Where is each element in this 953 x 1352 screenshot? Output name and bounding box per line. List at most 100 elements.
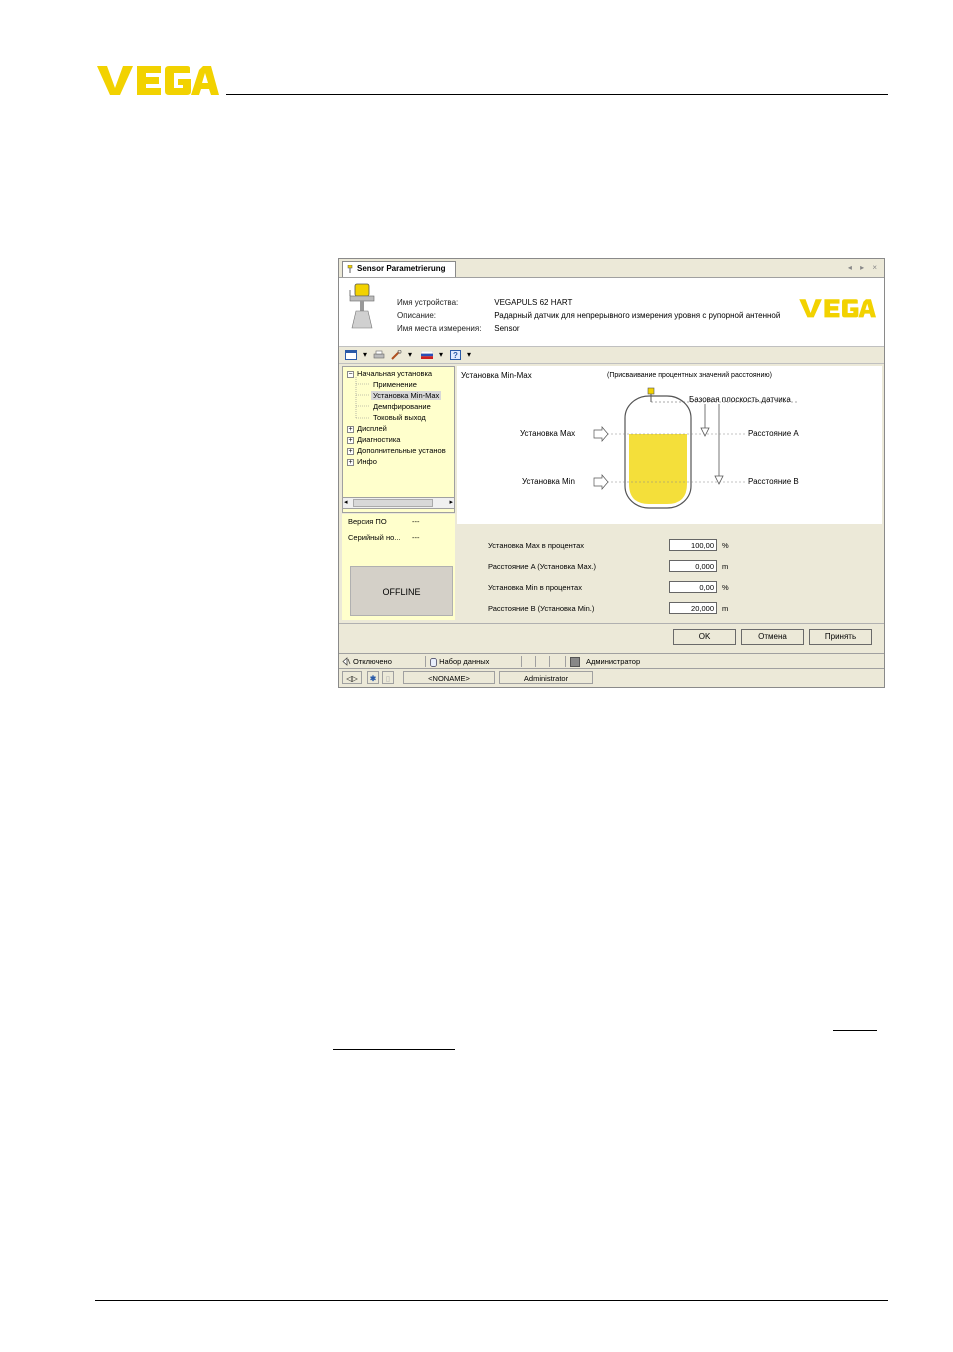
distance-b-label: Расстояние B xyxy=(748,477,799,486)
firmware-version-label: Версия ПО xyxy=(348,517,387,526)
device-description-label: Описание: xyxy=(397,311,437,320)
project-bar: ◁▷ ✱ ▯ <NONAME> Administrator xyxy=(339,668,884,687)
offline-indicator: OFFLINE xyxy=(350,566,453,616)
expand-icon[interactable]: + xyxy=(347,425,354,433)
device-status-panel: Версия ПО --- Серийный но... --- OFFLINE xyxy=(342,514,455,620)
distance-b-input[interactable] xyxy=(669,602,717,614)
tree-item-label: Токовый выход xyxy=(373,413,426,422)
max-percent-input[interactable] xyxy=(669,539,717,551)
cancel-button[interactable]: Отмена xyxy=(741,629,804,645)
vega-logo-small xyxy=(799,299,876,318)
navigation-tree: − Начальная установка Применение Установк… xyxy=(342,366,455,513)
tree-item-label: Демпфирование xyxy=(373,402,431,411)
tree-item-display[interactable]: + Дисплей xyxy=(347,424,387,433)
ok-button[interactable]: OK xyxy=(673,629,736,645)
tree-item-label: Применение xyxy=(373,380,417,389)
header-rule xyxy=(226,94,888,95)
status-cell-empty xyxy=(549,656,566,667)
status-bar: Отключено Набор данных Администратор xyxy=(339,653,884,668)
measurement-place-label: Имя места измерения: xyxy=(397,324,482,333)
measurement-place-row: Имя места измерения: Sensor xyxy=(397,324,520,333)
user-role-status: Администратор xyxy=(565,656,660,668)
user-role-icon xyxy=(570,657,580,668)
dataset-status: Набор данных xyxy=(425,656,526,667)
scroll-left-icon[interactable]: ◂ xyxy=(344,498,348,508)
device-description-row: Описание: Радарный датчик для непрерывно… xyxy=(397,311,780,320)
firmware-version-value: --- xyxy=(412,517,420,526)
wrench-icon[interactable] xyxy=(390,350,402,360)
tree-item-min-max-adjustment[interactable]: Установка Min-Max xyxy=(371,391,442,400)
tank-diagram xyxy=(593,387,797,509)
distance-b-field-label: Расстояние B (Установка Min.) xyxy=(488,604,595,613)
radar-sensor-icon xyxy=(349,283,375,329)
tree-item-label: Дополнительные установ xyxy=(357,446,446,455)
min-adjustment-label: Установка Min xyxy=(522,477,575,486)
tree-item-damping[interactable]: Демпфирование xyxy=(373,402,431,411)
tree-item-diagnostics[interactable]: + Диагностика xyxy=(347,435,400,444)
window-layout-icon[interactable] xyxy=(345,350,357,360)
expand-icon[interactable]: + xyxy=(347,458,354,466)
vega-logo xyxy=(97,66,219,95)
svg-text:?: ? xyxy=(453,351,458,360)
print-icon[interactable] xyxy=(373,350,385,360)
current-user: Administrator xyxy=(499,671,593,684)
tree-horizontal-scrollbar[interactable]: ◂ ▸ xyxy=(342,497,455,509)
project-name: <NONAME> xyxy=(403,671,495,684)
chevron-down-icon[interactable]: ▾ xyxy=(359,350,371,360)
min-percent-input[interactable] xyxy=(669,581,717,593)
apply-button[interactable]: Принять xyxy=(809,629,872,645)
reference-plane-label: Базовая плоскость датчика xyxy=(689,395,791,404)
footer-rule xyxy=(95,1300,888,1301)
navigation-arrows-icon[interactable]: ◁▷ xyxy=(342,671,362,684)
scroll-right-icon[interactable]: ▸ xyxy=(449,498,453,508)
sensor-tab-icon xyxy=(347,265,353,273)
tree-item-info[interactable]: + Инфо xyxy=(347,457,377,466)
measurement-place-value: Sensor xyxy=(494,324,520,333)
chevron-down-icon[interactable]: ▾ xyxy=(435,350,447,360)
device-name-row: Имя устройства: VEGAPULS 62 HART xyxy=(397,298,572,307)
distance-a-input[interactable] xyxy=(669,560,717,572)
project-icon[interactable]: ✱ xyxy=(367,671,379,684)
distance-a-label: Расстояние A xyxy=(748,429,799,438)
help-icon[interactable]: ? xyxy=(450,350,461,360)
sensor-parametrierung-window: Sensor Parametrierung ◂ ▸ × Имя устройст… xyxy=(338,258,885,688)
serial-number-label: Серийный но... xyxy=(348,533,401,542)
chevron-down-icon[interactable]: ▾ xyxy=(404,350,416,360)
max-percent-label: Установка Max в процентах xyxy=(488,541,585,550)
max-percent-unit: % xyxy=(722,541,729,550)
link-underline xyxy=(833,1030,877,1031)
disconnected-icon xyxy=(342,657,351,666)
max-adjustment-label: Установка Max xyxy=(520,429,576,438)
device-description-value: Радарный датчик для непрерывного измерен… xyxy=(494,311,781,320)
toolbar: ▾ ▾ ▾ ? ▾ xyxy=(339,347,884,364)
min-percent-unit: % xyxy=(722,583,729,592)
distance-a-field-label: Расстояние A (Установка Max.) xyxy=(488,562,597,571)
tree-item-label: Инфо xyxy=(357,457,377,466)
scrollbar-thumb[interactable] xyxy=(353,499,433,507)
device-info-header: Имя устройства: VEGAPULS 62 HART Описани… xyxy=(339,278,884,347)
chevron-down-icon[interactable]: ▾ xyxy=(463,350,475,360)
tree-item-label: Установка Min-Max xyxy=(373,391,440,400)
lock-icon[interactable]: ▯ xyxy=(382,671,394,684)
tree-item-label: Дисплей xyxy=(357,424,387,433)
tab-sensor-parametrierung[interactable]: Sensor Parametrierung xyxy=(342,261,456,277)
dataset-label: Набор данных xyxy=(439,657,490,666)
button-separator xyxy=(339,623,884,624)
user-role-label: Администратор xyxy=(586,657,641,666)
expand-icon[interactable]: + xyxy=(347,447,354,455)
min-percent-label: Установка Min в процентах xyxy=(488,583,582,592)
collapse-icon[interactable]: − xyxy=(347,370,354,378)
tab-navigation-controls[interactable]: ◂ ▸ × xyxy=(848,263,880,272)
min-max-diagram-panel: Установка Min-Max (Присваивание процентн… xyxy=(457,366,882,524)
tree-item-additional-settings[interactable]: + Дополнительные установ xyxy=(347,446,446,455)
tree-item-current-output[interactable]: Токовый выход xyxy=(373,413,426,422)
language-flag-icon[interactable] xyxy=(421,351,433,359)
distance-a-unit: m xyxy=(722,562,729,571)
tree-item-application[interactable]: Применение xyxy=(373,380,417,389)
distance-b-unit: m xyxy=(722,604,729,613)
connection-status: Отключено xyxy=(353,657,392,666)
serial-number-value: --- xyxy=(412,533,420,542)
expand-icon[interactable]: + xyxy=(347,436,354,444)
device-name-value: VEGAPULS 62 HART xyxy=(494,298,573,307)
tree-item-label: Диагностика xyxy=(357,435,401,444)
